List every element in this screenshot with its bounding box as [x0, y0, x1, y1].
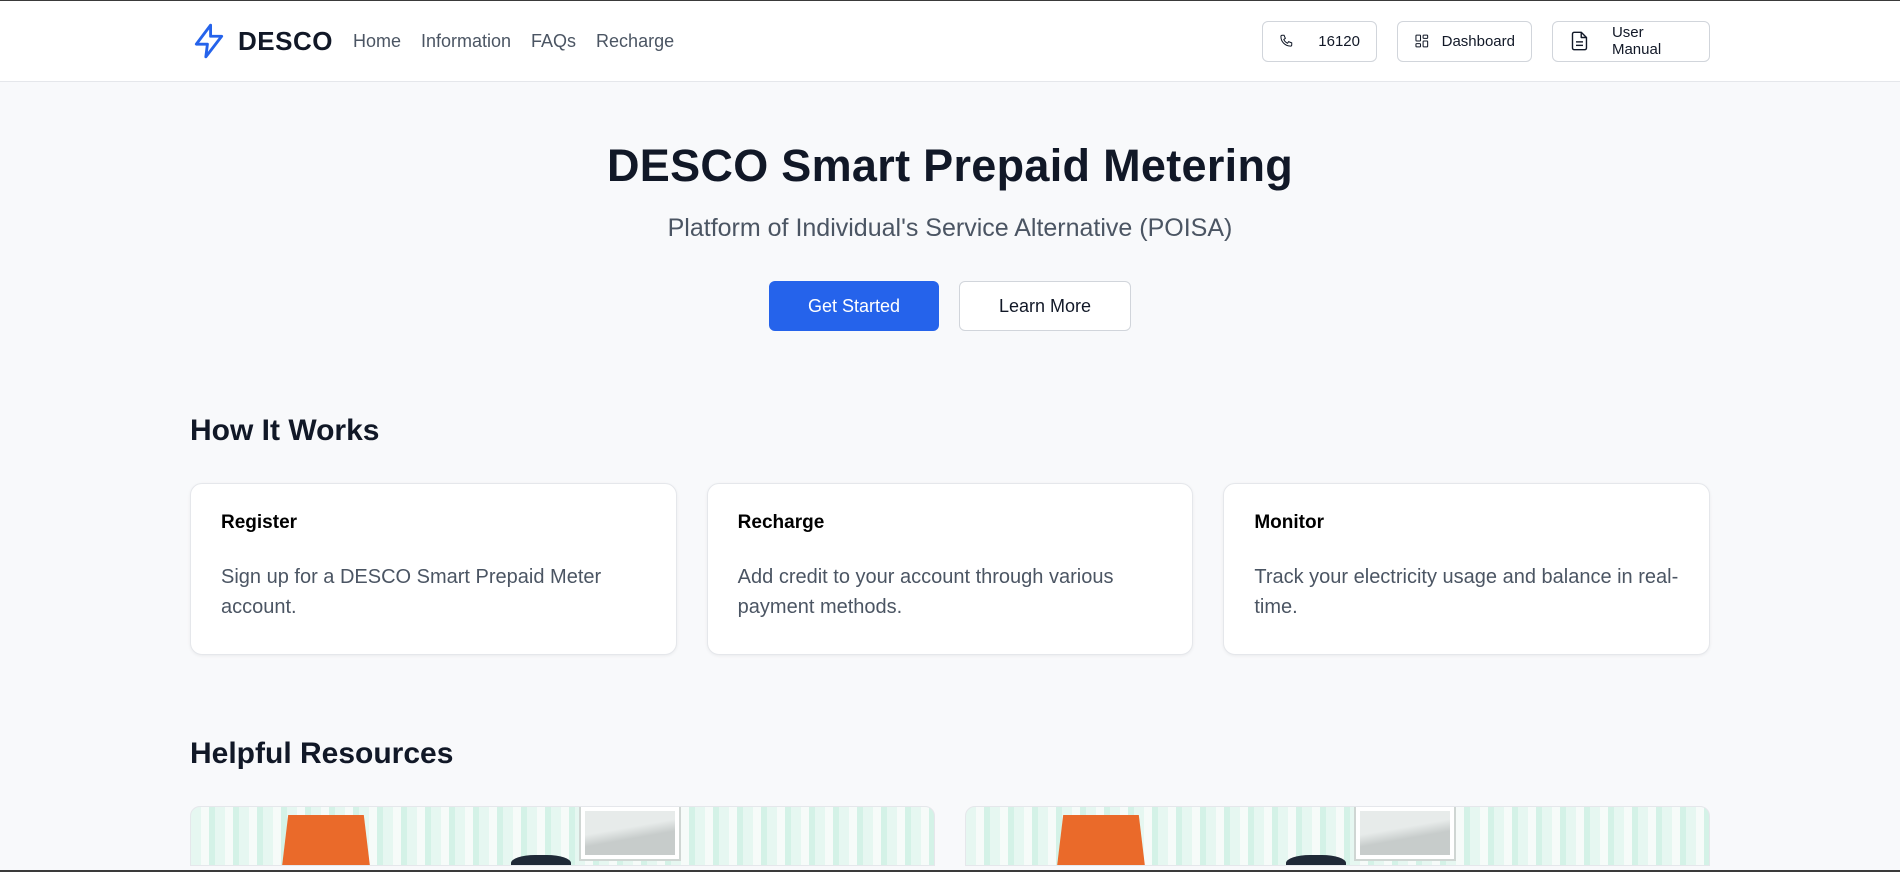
card-title: Monitor: [1254, 512, 1324, 533]
hero-title: DESCO Smart Prepaid Metering: [606, 140, 1294, 191]
step-card-monitor: Monitor Track your electricity usage and…: [1223, 483, 1711, 655]
picture-frame-illustration: [1354, 807, 1456, 861]
how-it-works-section: How It Works Register Sign up for a DESC…: [0, 414, 1900, 655]
dark-shape-illustration: [1286, 855, 1346, 865]
card-description: Add credit to your account through vario…: [737, 566, 1114, 618]
user-manual-button[interactable]: User Manual: [1552, 20, 1710, 62]
nav-right: 16120 Dashboard User Manual: [1262, 20, 1710, 62]
document-icon: [1571, 31, 1588, 51]
step-card-register: Register Sign up for a DESCO Smart Prepa…: [190, 483, 677, 655]
how-it-works-title: How It Works: [190, 414, 380, 447]
lightning-icon: [194, 23, 224, 59]
phone-icon: [1280, 34, 1293, 47]
hero-actions: Get Started Learn More: [0, 281, 1900, 331]
steps-cards: Register Sign up for a DESCO Smart Prepa…: [190, 483, 1711, 655]
helpful-resources-title: Helpful Resources: [190, 737, 454, 770]
helpful-resources-section: Helpful Resources: [0, 737, 1900, 866]
nav-link-home[interactable]: Home: [353, 31, 401, 52]
brand-logo[interactable]: DESCO: [190, 22, 333, 60]
step-card-recharge: Recharge Add credit to your account thro…: [706, 483, 1194, 655]
picture-frame-illustration: [579, 807, 681, 861]
resources-grid: [190, 806, 1710, 866]
card-description: Sign up for a DESCO Smart Prepaid Meter …: [221, 566, 602, 618]
dashboard-button[interactable]: Dashboard: [1397, 20, 1532, 62]
user-manual-label: User Manual: [1611, 24, 1662, 58]
hotline-button[interactable]: 16120: [1262, 20, 1377, 62]
hotline-number: 16120: [1318, 32, 1360, 50]
get-started-button[interactable]: Get Started: [769, 281, 939, 331]
brand-name: DESCO: [238, 25, 333, 56]
dashboard-label: Dashboard: [1441, 32, 1515, 50]
nav-link-faqs[interactable]: FAQs: [531, 31, 576, 52]
lamp-illustration: [1056, 815, 1146, 865]
card-description: Track your electricity usage and balance…: [1254, 566, 1679, 618]
main-nav: Home Information FAQs Recharge: [353, 31, 674, 52]
nav-link-information[interactable]: Information: [421, 31, 511, 52]
top-navbar: DESCO Home Information FAQs Recharge 161…: [0, 1, 1900, 82]
dark-shape-illustration: [511, 855, 571, 865]
nav-left: DESCO Home Information FAQs Recharge: [190, 22, 674, 60]
resource-card-image[interactable]: [965, 806, 1710, 866]
resource-card-image[interactable]: [190, 806, 935, 866]
lamp-illustration: [281, 815, 371, 865]
hero-section: DESCO Smart Prepaid Metering Platform of…: [0, 82, 1900, 331]
learn-more-button[interactable]: Learn More: [959, 281, 1131, 331]
nav-link-recharge[interactable]: Recharge: [596, 31, 674, 52]
dashboard-icon: [1415, 34, 1429, 48]
card-title: Register: [221, 512, 298, 533]
card-title: Recharge: [737, 512, 825, 533]
hero-subtitle: Platform of Individual's Service Alterna…: [667, 214, 1233, 242]
